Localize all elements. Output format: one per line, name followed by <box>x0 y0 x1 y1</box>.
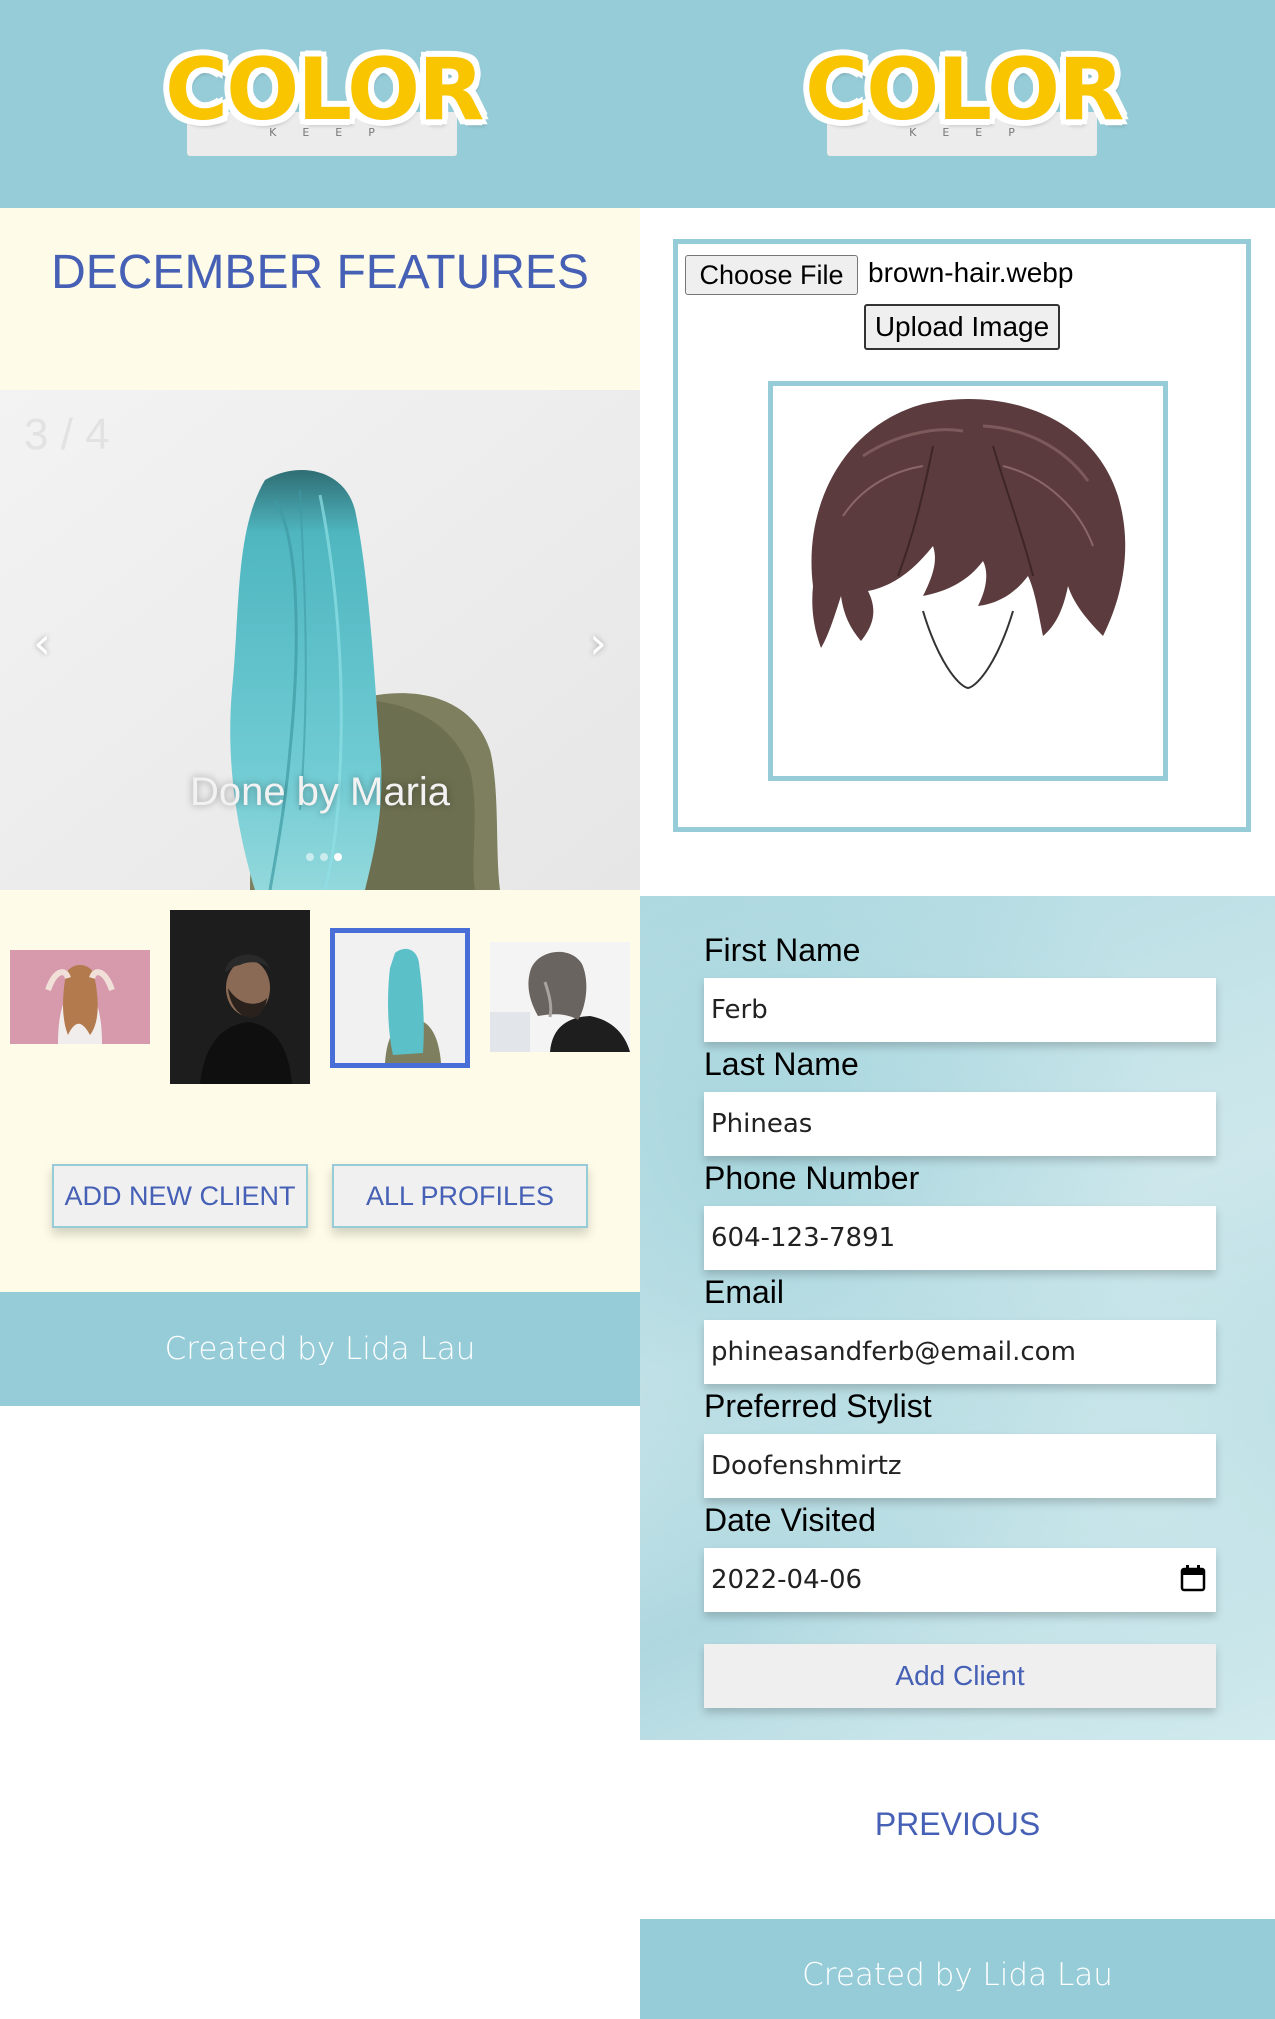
client-form: First Name Ferb Last Name Phineas Phone … <box>640 896 1275 1740</box>
preferred-stylist-field[interactable]: Doofenshmirtz <box>704 1434 1216 1498</box>
color-keep-logo[interactable]: COLOR KEEP <box>805 38 1124 156</box>
thumbnail-wavy-hair[interactable] <box>10 950 150 1044</box>
thumbnail-teal-hair[interactable] <box>330 928 470 1068</box>
features-title: DECEMBER FEATURES <box>51 246 589 299</box>
date-visited-field[interactable]: 2022-04-06 <box>704 1548 1216 1612</box>
preferred-stylist-label: Preferred Stylist <box>704 1388 932 1424</box>
first-name-field[interactable]: Ferb <box>704 978 1216 1042</box>
footer-credit: Created by Lida Lau <box>640 1919 1275 2019</box>
phone-number-label: Phone Number <box>704 1160 920 1196</box>
last-name-label: Last Name <box>704 1046 859 1082</box>
featured-carousel[interactable]: 3 / 4 ‹ › Done by Maria <box>0 390 640 890</box>
email-label: Email <box>704 1274 785 1310</box>
date-value: 2022-04-06 <box>711 1565 863 1595</box>
brown-hair-image <box>773 386 1163 776</box>
phone-number-field[interactable]: 604-123-7891 <box>704 1206 1216 1270</box>
chevron-right-icon[interactable]: › <box>580 622 616 666</box>
color-keep-logo[interactable]: COLOR KEEP <box>165 38 484 156</box>
thumbnail-man-portrait[interactable] <box>170 910 310 1084</box>
indicator-dot[interactable] <box>320 853 328 861</box>
choose-file-button[interactable]: Choose File <box>685 255 858 295</box>
date-visited-label: Date Visited <box>704 1502 876 1538</box>
add-client-button[interactable]: Add Client <box>704 1644 1216 1708</box>
upload-image-button[interactable]: Upload Image <box>864 304 1060 350</box>
header: COLOR KEEP <box>0 0 640 208</box>
carousel-slide-image <box>0 390 640 890</box>
previous-link[interactable]: PREVIOUS <box>640 1806 1275 1843</box>
indicator-dot-active[interactable] <box>334 853 342 861</box>
header: COLOR KEEP <box>640 0 1275 208</box>
chevron-left-icon[interactable]: ‹ <box>24 622 60 666</box>
all-profiles-button[interactable]: ALL PROFILES <box>332 1164 588 1228</box>
indicator-dot[interactable] <box>306 853 314 861</box>
home-screen: COLOR KEEP DECEMBER FEATURES 3 / 4 ‹ › D… <box>0 0 640 2019</box>
hair-image-preview <box>768 381 1168 781</box>
slide-caption: Done by Maria <box>189 770 451 814</box>
add-client-screen: COLOR KEEP Choose File brown-hair.webp U… <box>640 0 1275 2019</box>
calendar-icon[interactable] <box>1180 1564 1206 1592</box>
thumbnail-gray-bob[interactable] <box>490 942 630 1052</box>
selected-file-name: brown-hair.webp <box>868 257 1074 288</box>
footer-credit: Created by Lida Lau <box>0 1292 640 1406</box>
first-name-label: First Name <box>704 932 861 968</box>
last-name-field[interactable]: Phineas <box>704 1092 1216 1156</box>
image-upload-card: Choose File brown-hair.webp Upload Image <box>673 239 1251 832</box>
logo-subtitle: KEEP <box>909 126 1041 139</box>
slide-counter: 3 / 4 <box>24 410 110 459</box>
add-new-client-button[interactable]: ADD NEW CLIENT <box>52 1164 308 1228</box>
email-field[interactable]: phineasandferb@email.com <box>704 1320 1216 1384</box>
carousel-indicators <box>306 846 348 861</box>
logo-subtitle: KEEP <box>269 126 401 139</box>
